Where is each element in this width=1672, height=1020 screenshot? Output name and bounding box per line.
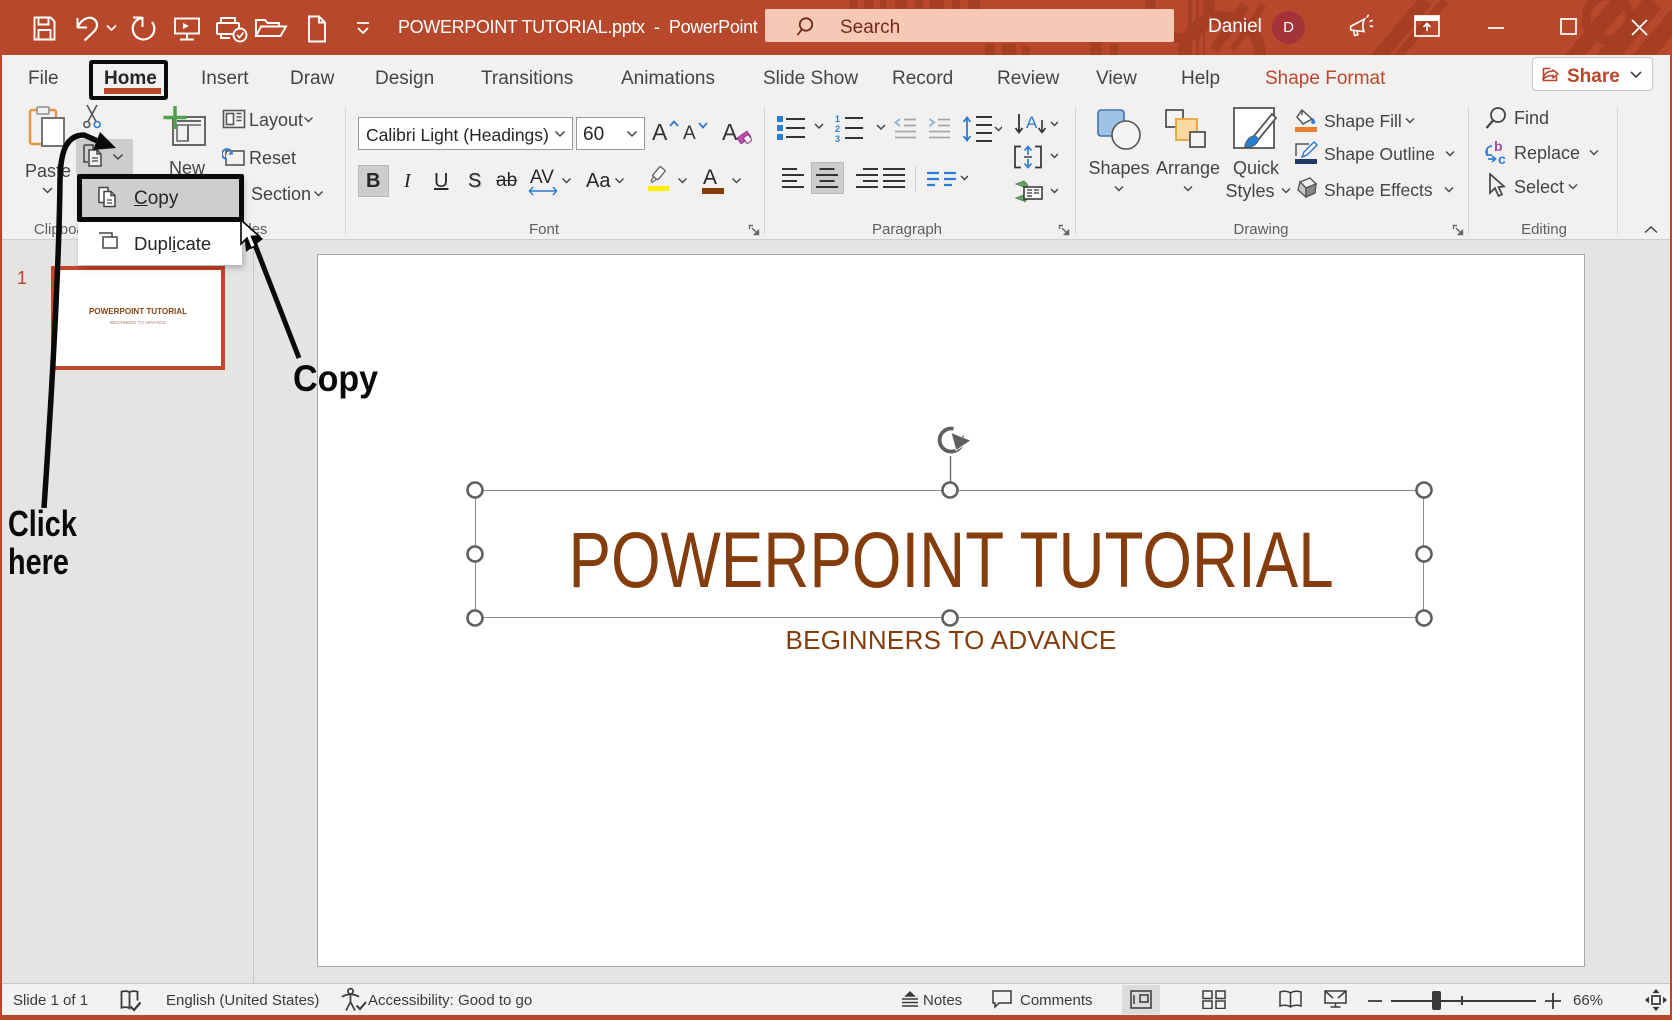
svg-text:c: c: [1498, 151, 1506, 166]
svg-text:3: 3: [835, 134, 840, 144]
svg-text:A: A: [1026, 113, 1038, 132]
svg-text:2: 2: [835, 124, 840, 134]
svg-text:1: 1: [835, 114, 840, 124]
